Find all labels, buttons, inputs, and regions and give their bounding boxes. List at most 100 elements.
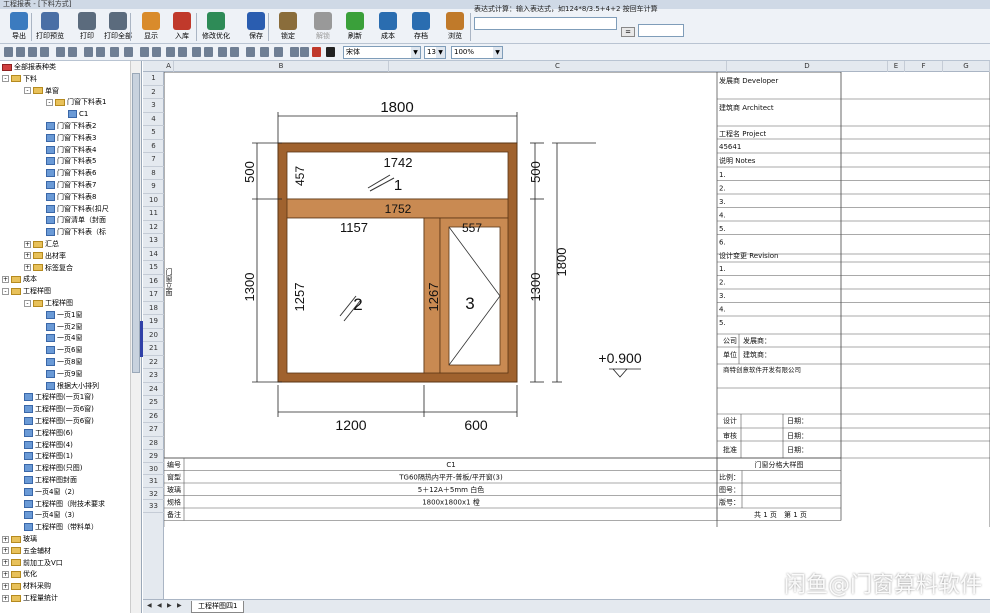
tree-node[interactable]: 一页4窗（3）: [24, 510, 79, 521]
tree-node[interactable]: 一页8窗: [46, 357, 82, 368]
zoom-select[interactable]: 100% ▼: [451, 46, 503, 59]
expression-input[interactable]: [474, 17, 617, 30]
tree-node[interactable]: 门窗下料表6: [46, 168, 96, 179]
column-header-B[interactable]: B: [174, 61, 389, 72]
format-tool-icon[interactable]: [326, 47, 335, 57]
tree-node[interactable]: - 单窗: [24, 86, 59, 97]
tree-node[interactable]: + 工程量统计: [2, 593, 58, 604]
tree-node[interactable]: 门窗下料表3: [46, 133, 96, 144]
column-header-G[interactable]: G: [943, 61, 990, 72]
row-header-7[interactable]: 7: [143, 153, 164, 167]
format-tool-icon[interactable]: [16, 47, 25, 57]
row-header-4[interactable]: 4: [143, 113, 164, 126]
toolbar-button-6[interactable]: 修改优化: [200, 11, 232, 42]
row-header-3[interactable]: 3: [143, 99, 164, 113]
format-tool-icon[interactable]: [192, 47, 201, 57]
tree-node[interactable]: 一页9窗: [46, 369, 82, 380]
expand-icon[interactable]: +: [2, 594, 9, 602]
tree-node[interactable]: 工程样图(6): [24, 428, 73, 439]
toolbar-button-1[interactable]: 打印预览: [34, 11, 66, 42]
row-header-30[interactable]: 30: [143, 463, 164, 475]
tree-node[interactable]: + 汇总: [24, 239, 59, 250]
format-tool-icon[interactable]: [4, 47, 13, 57]
toolbar-button-5[interactable]: 入库: [166, 11, 198, 42]
tree-node[interactable]: + 标签复合: [24, 263, 73, 274]
row-header-25[interactable]: 25: [143, 396, 164, 410]
format-tool-icon[interactable]: [166, 47, 175, 57]
tree-node[interactable]: 一页4窗: [46, 333, 82, 344]
tree-node[interactable]: - 工程样图: [24, 298, 73, 309]
format-tool-icon[interactable]: [274, 47, 283, 57]
format-tool-icon[interactable]: [40, 47, 49, 57]
format-tool-icon[interactable]: [230, 47, 239, 57]
collapse-icon[interactable]: -: [2, 75, 9, 83]
tree-node[interactable]: 门窗清单（封面: [46, 215, 106, 226]
row-header-17[interactable]: 17: [143, 288, 164, 302]
collapse-icon[interactable]: -: [46, 98, 53, 106]
row-header-33[interactable]: 33: [143, 500, 164, 513]
toolbar-button-11[interactable]: 成本: [372, 11, 404, 42]
row-header-8[interactable]: 8: [143, 167, 164, 180]
tree-node[interactable]: 一页2窗: [46, 322, 82, 333]
tree-node[interactable]: 工程样图封面: [24, 475, 77, 486]
column-header-C[interactable]: C: [389, 61, 727, 72]
toolbar-button-2[interactable]: 打印: [71, 11, 103, 42]
format-tool-icon[interactable]: [96, 47, 105, 57]
tree-node[interactable]: 工程样图(4): [24, 440, 73, 451]
expand-icon[interactable]: +: [2, 559, 9, 567]
collapse-icon[interactable]: -: [2, 287, 9, 295]
format-tool-icon[interactable]: [204, 47, 213, 57]
tree-node[interactable]: 门窗下料表2: [46, 121, 96, 132]
row-header-28[interactable]: 28: [143, 437, 164, 450]
next-sheet-icon[interactable]: ▶: [167, 602, 174, 611]
tree-node[interactable]: 工程样图(一页6窗): [24, 404, 94, 415]
toolbar-button-4[interactable]: 显示: [135, 11, 167, 42]
row-header-18[interactable]: 18: [143, 302, 164, 315]
format-tool-icon[interactable]: [56, 47, 65, 57]
row-header-29[interactable]: 29: [143, 450, 164, 463]
tree-node[interactable]: 工程样图(1): [24, 451, 73, 462]
expand-icon[interactable]: +: [2, 275, 9, 283]
row-header-1[interactable]: 1: [143, 72, 164, 86]
tree-node[interactable]: 门窗下料表7: [46, 180, 96, 191]
row-header-14[interactable]: 14: [143, 248, 164, 261]
row-header-24[interactable]: 24: [143, 383, 164, 396]
row-header-11[interactable]: 11: [143, 207, 164, 221]
tree-node[interactable]: 工程样图（附技术要求: [24, 499, 105, 510]
row-header-26[interactable]: 26: [143, 410, 164, 423]
expand-icon[interactable]: +: [24, 240, 31, 248]
tree-node[interactable]: 全部报表种类: [2, 62, 56, 73]
format-tool-icon[interactable]: [28, 47, 37, 57]
expand-icon[interactable]: +: [24, 264, 31, 272]
column-header-E[interactable]: E: [888, 61, 905, 72]
row-header-20[interactable]: 20: [143, 329, 164, 342]
tree-node[interactable]: + 成本: [2, 274, 37, 285]
row-header-15[interactable]: 15: [143, 261, 164, 275]
row-header-27[interactable]: 27: [143, 423, 164, 437]
collapse-icon[interactable]: -: [24, 87, 31, 95]
row-header-2[interactable]: 2: [143, 86, 164, 99]
format-tool-icon[interactable]: [312, 47, 321, 57]
tab-sheet1[interactable]: 工程样图四1: [191, 601, 245, 613]
tree-node[interactable]: - 门窗下料表1: [46, 97, 106, 108]
tree-node[interactable]: - 工程样图: [2, 286, 51, 297]
format-tool-icon[interactable]: [290, 47, 299, 57]
tree-node[interactable]: 一页4窗（2）: [24, 487, 79, 498]
toolbar-button-10[interactable]: 刷新: [339, 11, 371, 42]
font-select[interactable]: 宋体 ▼: [343, 46, 421, 59]
calc-result-field[interactable]: [638, 24, 684, 37]
row-header-32[interactable]: 32: [143, 488, 164, 500]
row-header-10[interactable]: 10: [143, 194, 164, 207]
format-tool-icon[interactable]: [140, 47, 149, 57]
format-tool-icon[interactable]: [300, 47, 309, 57]
tree-node[interactable]: C1: [68, 109, 88, 120]
row-header-21[interactable]: 21: [143, 342, 164, 356]
expand-icon[interactable]: +: [2, 570, 9, 578]
row-header-22[interactable]: 22: [143, 356, 164, 369]
format-tool-icon[interactable]: [218, 47, 227, 57]
row-header-23[interactable]: 23: [143, 369, 164, 383]
tree-node[interactable]: - 下料: [2, 74, 37, 85]
tree-node[interactable]: 工程样图(只图): [24, 463, 82, 474]
format-tool-icon[interactable]: [124, 47, 133, 57]
format-tool-icon[interactable]: [110, 47, 119, 57]
